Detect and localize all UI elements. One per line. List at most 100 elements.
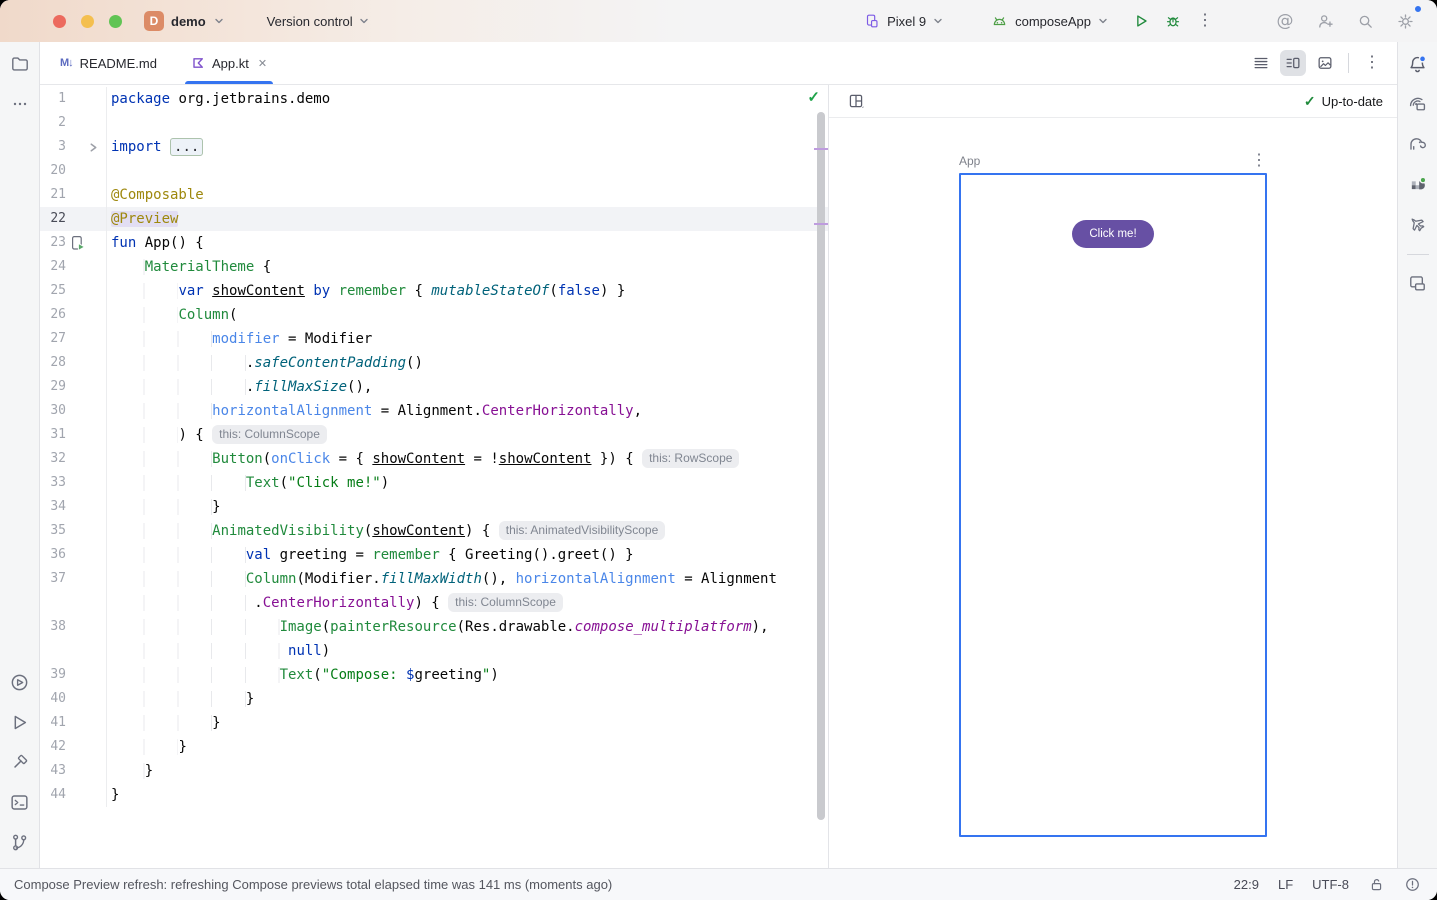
gradle-elephant-icon <box>1407 134 1428 155</box>
run-configuration-selector[interactable]: composeApp <box>990 12 1109 31</box>
error-indicator-icon[interactable] <box>1404 876 1421 893</box>
caret-position-widget[interactable]: 22:9 <box>1234 877 1259 892</box>
close-window-button[interactable] <box>53 15 66 28</box>
code-line[interactable]: 41 } <box>40 711 828 735</box>
line-number <box>40 591 66 615</box>
layout-inspector-button[interactable] <box>1404 269 1432 297</box>
tab-app-kt[interactable]: App.kt ✕ <box>179 42 279 84</box>
settings-button[interactable] <box>1391 7 1419 35</box>
code-line[interactable]: 35 AnimatedVisibility(showContent) { thi… <box>40 519 828 543</box>
code-line[interactable]: 44} <box>40 783 828 807</box>
code-line[interactable]: 26 Column( <box>40 303 828 327</box>
titlebar-far-right: @ <box>1271 7 1419 35</box>
search-everywhere-button[interactable] <box>1351 7 1379 35</box>
code-line[interactable]: 1package org.jetbrains.demo <box>40 87 828 111</box>
code-line[interactable]: 30 horizontalAlignment = Alignment.Cente… <box>40 399 828 423</box>
inspections-ok-icon[interactable]: ✓ <box>807 88 820 106</box>
preview-image-button[interactable] <box>1312 50 1338 76</box>
tab-label: README.md <box>80 56 157 71</box>
gutter <box>66 615 106 639</box>
close-tab-icon[interactable]: ✕ <box>258 57 267 70</box>
device-manager-button[interactable] <box>1404 170 1432 198</box>
code-line[interactable]: 3import ... <box>40 135 828 159</box>
code-line[interactable]: 37 Column(Modifier.fillMaxWidth(), horiz… <box>40 567 828 591</box>
code-line[interactable]: 27 modifier = Modifier <box>40 327 828 351</box>
build-tool-window-button[interactable] <box>6 748 34 776</box>
inlay-hint[interactable]: this: ColumnScope <box>212 425 327 444</box>
preview-more-options-icon[interactable]: ⋮ <box>1251 153 1267 169</box>
gutter <box>66 567 106 591</box>
notifications-button[interactable] <box>1404 50 1432 78</box>
code-line[interactable]: 43 } <box>40 759 828 783</box>
grid-layout-icon <box>847 92 865 110</box>
code-line[interactable]: 42 } <box>40 735 828 759</box>
code-line[interactable]: 2 <box>40 111 828 135</box>
code-line[interactable]: 20 <box>40 159 828 183</box>
line-separator-widget[interactable]: LF <box>1278 877 1293 892</box>
inlay-hint[interactable]: this: AnimatedVisibilityScope <box>499 521 666 540</box>
hot-reload-button[interactable] <box>1404 210 1432 238</box>
code-line[interactable]: 38 Image(painterResource(Res.drawable.co… <box>40 615 828 639</box>
code-line[interactable]: 24 MaterialTheme { <box>40 255 828 279</box>
more-actions-button[interactable]: ⋮ <box>1191 7 1219 35</box>
services-tool-window-button[interactable] <box>6 668 34 696</box>
code-line[interactable]: 40 } <box>40 687 828 711</box>
code-line[interactable]: 25 var showContent by remember { mutable… <box>40 279 828 303</box>
device-selector[interactable]: Pixel 9 <box>863 12 944 30</box>
code-with-me-button[interactable] <box>1311 7 1339 35</box>
left-tool-stripe <box>0 42 40 868</box>
run-preview-gutter-icon[interactable] <box>70 235 86 251</box>
project-widget[interactable]: D demo <box>144 11 225 31</box>
code-editor[interactable]: 1package org.jetbrains.demo23import ...2… <box>40 85 828 868</box>
gutter <box>66 639 106 663</box>
inlay-hint[interactable]: this: ColumnScope <box>448 593 563 612</box>
line-number: 22 <box>40 207 66 231</box>
code-line[interactable]: 39 Text("Compose: $greeting") <box>40 663 828 687</box>
more-tool-windows-button[interactable] <box>6 90 34 118</box>
editor-scrollbar[interactable] <box>817 112 825 820</box>
code-line[interactable]: 33 Text("Click me!") <box>40 471 828 495</box>
code-line[interactable]: 34 } <box>40 495 828 519</box>
device-manager-icon <box>1407 174 1428 195</box>
gradle-button[interactable] <box>1404 130 1432 158</box>
code-line[interactable]: 23fun App() { <box>40 231 828 255</box>
unlocked-icon[interactable] <box>1368 876 1385 893</box>
encoding-widget[interactable]: UTF-8 <box>1312 877 1349 892</box>
preview-layout-button[interactable] <box>843 88 869 114</box>
structure-view-button[interactable] <box>1248 50 1274 76</box>
code-text: Text("Click me!") <box>106 471 828 495</box>
code-line[interactable]: 22@Preview <box>40 207 828 231</box>
terminal-tool-window-button[interactable] <box>6 788 34 816</box>
split-preview-button[interactable] <box>1280 50 1306 76</box>
line-number: 39 <box>40 663 66 687</box>
project-tool-window-button[interactable] <box>6 50 34 78</box>
chevron-down-icon <box>358 15 370 27</box>
code-text: var showContent by remember { mutableSta… <box>106 279 828 303</box>
run-button[interactable] <box>1127 7 1155 35</box>
editor-more-options-button[interactable]: ⋮ <box>1359 50 1385 76</box>
debug-button[interactable] <box>1159 7 1187 35</box>
fullscreen-window-button[interactable] <box>109 15 122 28</box>
running-devices-button[interactable] <box>1404 90 1432 118</box>
gutter <box>66 735 106 759</box>
fold-chevron-icon[interactable] <box>88 142 99 153</box>
vcs-widget[interactable]: Version control <box>267 14 370 29</box>
version-control-tool-window-button[interactable] <box>6 828 34 856</box>
tab-label: App.kt <box>212 56 249 71</box>
tab-readme[interactable]: M↓ README.md <box>48 42 169 84</box>
code-line[interactable]: null) <box>40 639 828 663</box>
ai-assistant-button[interactable]: @ <box>1271 7 1299 35</box>
click-me-button[interactable]: Click me! <box>1072 220 1153 248</box>
run-tool-window-button[interactable] <box>6 708 34 736</box>
code-line[interactable]: 28 .safeContentPadding() <box>40 351 828 375</box>
code-line[interactable]: 29 .fillMaxSize(), <box>40 375 828 399</box>
code-line[interactable]: 21@Composable <box>40 183 828 207</box>
code-line[interactable]: .CenterHorizontally) { this: ColumnScope <box>40 591 828 615</box>
gutter <box>66 759 106 783</box>
more-horizontal-icon <box>10 94 30 114</box>
minimize-window-button[interactable] <box>81 15 94 28</box>
code-line[interactable]: 32 Button(onClick = { showContent = !sho… <box>40 447 828 471</box>
code-line[interactable]: 31 ) { this: ColumnScope <box>40 423 828 447</box>
inlay-hint[interactable]: this: RowScope <box>642 449 739 468</box>
code-line[interactable]: 36 val greeting = remember { Greeting().… <box>40 543 828 567</box>
